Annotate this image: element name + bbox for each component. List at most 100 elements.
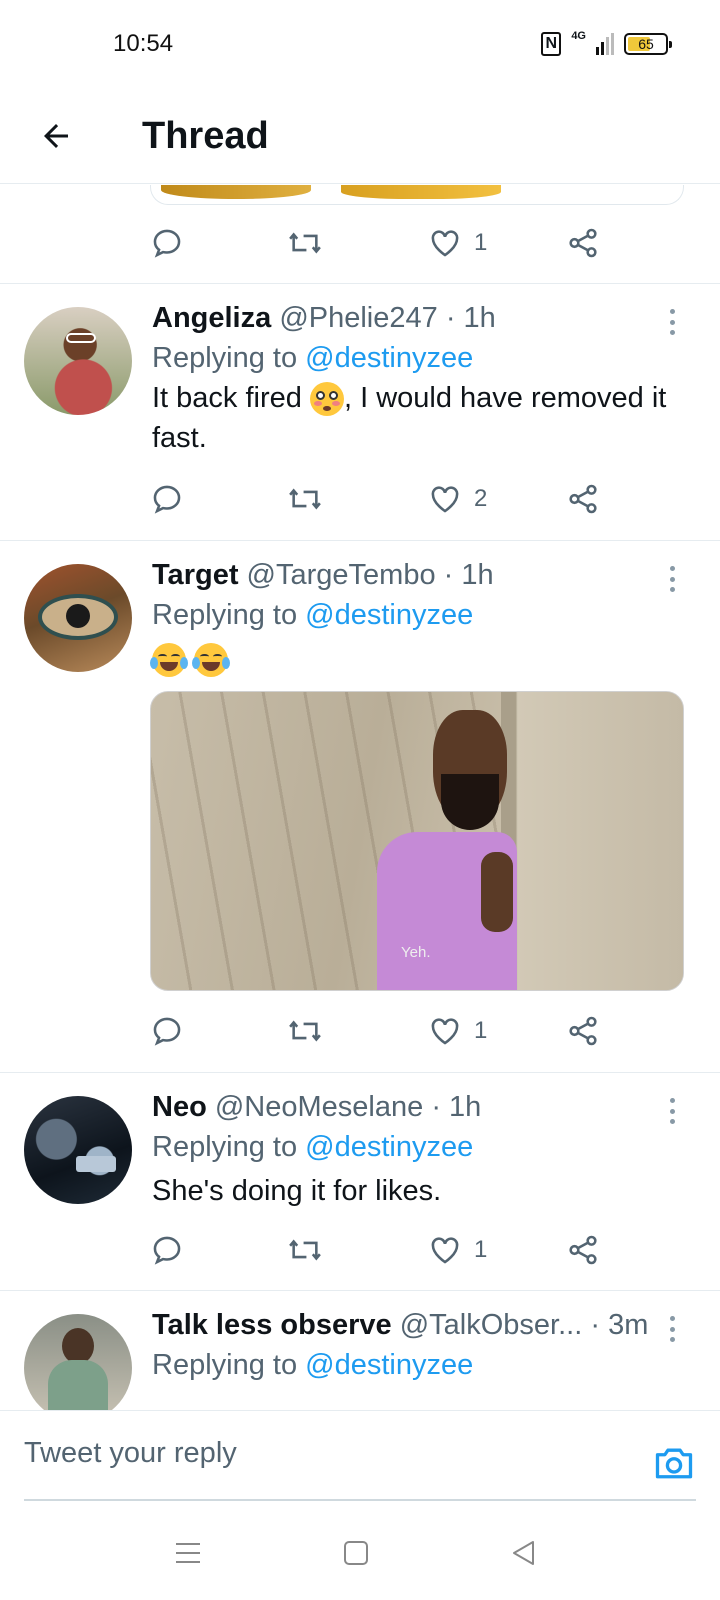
tweet-header: Target @TargeTembo · 1h: [152, 555, 690, 595]
tweet-actions: 1: [150, 213, 690, 283]
avatar[interactable]: [24, 1096, 132, 1204]
camera-button[interactable]: [652, 1441, 696, 1485]
avatar[interactable]: [24, 564, 132, 672]
reply-button[interactable]: [150, 1001, 184, 1061]
display-name[interactable]: Target: [152, 559, 238, 591]
heart-icon: [431, 486, 459, 513]
like-count: 1: [474, 1236, 488, 1263]
thread-feed[interactable]: 1 Angeliza @Phelie247 · 1h Replying to @…: [0, 185, 720, 1410]
share-icon: [569, 1016, 597, 1046]
status-icons: N 4G 65: [541, 30, 672, 56]
square-icon: [344, 1541, 368, 1565]
tweet[interactable]: Neo @NeoMeselane · 1h Replying to @desti…: [0, 1073, 720, 1291]
tweet[interactable]: Target @TargeTembo · 1h Replying to @des…: [0, 541, 720, 1073]
tweet-media-gif[interactable]: Yeh.: [150, 691, 684, 991]
reply-button[interactable]: [150, 213, 184, 273]
retweet-button[interactable]: [286, 469, 324, 529]
reply-input[interactable]: [24, 1423, 604, 1483]
like-button[interactable]: 1: [428, 1001, 487, 1061]
display-name[interactable]: Neo: [152, 1091, 207, 1123]
share-button[interactable]: [566, 1220, 600, 1280]
tweet-previous[interactable]: 1: [0, 185, 720, 284]
composer-divider: [24, 1499, 696, 1501]
reply-button[interactable]: [150, 469, 184, 529]
battery-icon: 65: [624, 33, 672, 55]
tears-of-joy-emoji-icon: [150, 643, 188, 678]
page-title: Thread: [142, 115, 269, 157]
tweet-text-part: It back fired: [152, 382, 302, 414]
home-nav-button[interactable]: [338, 1535, 374, 1571]
signal-icon: [596, 33, 614, 55]
like-count: 2: [474, 485, 488, 512]
more-options-button[interactable]: [660, 1314, 684, 1344]
reply-button[interactable]: [150, 1220, 184, 1280]
mention-link[interactable]: @destinyzee: [305, 1349, 473, 1381]
more-options-button[interactable]: [660, 1096, 684, 1126]
user-handle[interactable]: @Phelie247: [279, 302, 437, 334]
like-button[interactable]: 2: [428, 469, 487, 529]
retweet-icon: [289, 232, 321, 254]
replying-to: Replying to @destinyzee: [152, 1127, 690, 1167]
replying-label: Replying to: [152, 1131, 298, 1163]
display-name[interactable]: Talk less observe: [152, 1309, 392, 1341]
more-options-button[interactable]: [660, 307, 684, 337]
tweet-actions: 1: [150, 1220, 690, 1290]
retweet-button[interactable]: [286, 213, 324, 273]
share-icon: [569, 228, 597, 258]
share-icon: [569, 1235, 597, 1265]
retweet-button[interactable]: [286, 1001, 324, 1061]
network-type: 4G: [571, 30, 586, 42]
reply-icon: [153, 1017, 181, 1046]
tweet[interactable]: Angeliza @Phelie247 · 1h Replying to @de…: [0, 284, 720, 541]
mention-link[interactable]: @destinyzee: [305, 342, 473, 374]
replying-label: Replying to: [152, 599, 298, 631]
battery-level: 65: [638, 36, 654, 52]
like-count: 1: [474, 229, 488, 256]
replying-to: Replying to @destinyzee: [152, 338, 690, 378]
triangle-back-icon: [513, 1541, 534, 1565]
reply-icon: [153, 229, 181, 258]
avatar[interactable]: [24, 1314, 132, 1410]
tweet-text: [150, 635, 690, 679]
camera-icon: [655, 1448, 693, 1479]
display-name[interactable]: Angeliza: [152, 302, 271, 334]
nfc-icon: N: [541, 32, 562, 56]
share-button[interactable]: [566, 1001, 600, 1061]
tweet[interactable]: Talk less observe @TalkObser... · 3m Rep…: [0, 1291, 720, 1410]
tweet-media-partial[interactable]: [150, 185, 684, 205]
tweet-text: She's doing it for likes.: [152, 1175, 442, 1207]
like-button[interactable]: 1: [428, 1220, 487, 1280]
reply-icon: [153, 1236, 181, 1265]
share-button[interactable]: [566, 469, 600, 529]
retweet-icon: [289, 488, 321, 510]
menu-nav-button[interactable]: [170, 1535, 206, 1571]
tweet-time: · 1h: [443, 559, 494, 591]
back-button[interactable]: [32, 112, 80, 160]
back-nav-button[interactable]: [506, 1535, 542, 1571]
reply-icon: [153, 485, 181, 514]
user-handle[interactable]: @NeoMeselane: [215, 1091, 423, 1123]
retweet-icon: [289, 1020, 321, 1042]
thread-header: Thread: [0, 92, 720, 184]
tweet-text: It back fired , I would have removed it …: [152, 378, 690, 458]
tweet-text-part: fast.: [152, 422, 207, 454]
status-time: 10:54: [113, 30, 174, 57]
user-handle[interactable]: @TargeTembo: [247, 559, 436, 591]
share-icon: [569, 484, 597, 514]
share-button[interactable]: [566, 213, 600, 273]
flushed-face-emoji-icon: [309, 382, 344, 417]
mention-link[interactable]: @destinyzee: [305, 599, 473, 631]
tweet-text-part: , I would have removed it: [343, 382, 667, 414]
avatar[interactable]: [24, 307, 132, 415]
menu-icon: [176, 1543, 200, 1563]
more-options-button[interactable]: [660, 564, 684, 594]
tweet-actions: 1: [150, 1001, 690, 1071]
status-bar: 10:54 N 4G 65: [0, 0, 720, 92]
retweet-button[interactable]: [286, 1220, 324, 1280]
like-button[interactable]: 1: [428, 213, 487, 273]
tweet-actions: 2: [150, 469, 690, 539]
replying-to: Replying to @destinyzee: [152, 1345, 690, 1385]
user-handle[interactable]: @TalkObser...: [400, 1309, 583, 1341]
mention-link[interactable]: @destinyzee: [305, 1131, 473, 1163]
replying-label: Replying to: [152, 342, 298, 374]
